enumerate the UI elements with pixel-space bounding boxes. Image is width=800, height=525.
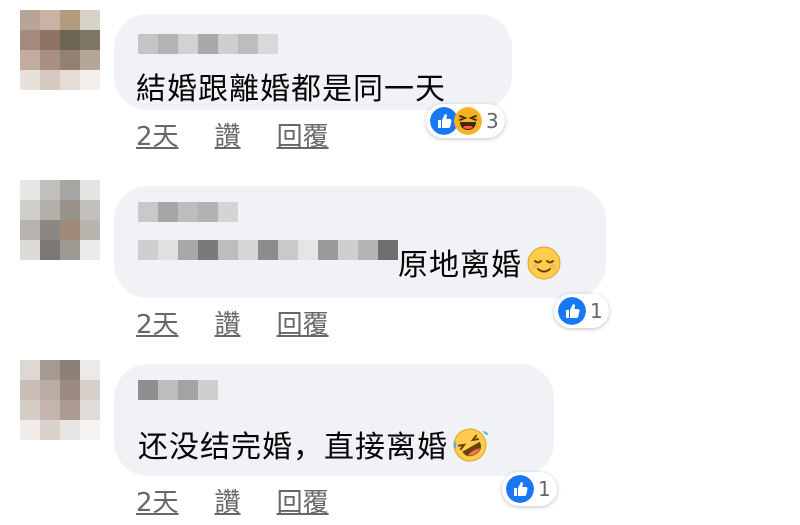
like-icon (506, 475, 534, 503)
comment-bubble: 还没结完婚，直接离婚 (114, 364, 554, 476)
reaction-count: 1 (538, 477, 551, 501)
like-button[interactable]: 讚 (215, 482, 241, 519)
rolling-on-floor-laughing-icon (453, 428, 488, 462)
reactions-summary[interactable]: 1 (502, 472, 557, 506)
reply-button[interactable]: 回覆 (277, 482, 329, 519)
comment-actions: 2天 讚 回覆 (136, 482, 329, 519)
comment-text: 还没结完婚，直接离婚 (138, 422, 488, 466)
timestamp-link[interactable]: 2天 (136, 482, 179, 519)
comment-3: 还没结完婚，直接离婚 1 2天 讚 回覆 (0, 0, 800, 525)
avatar[interactable] (20, 360, 100, 440)
author-name[interactable] (138, 380, 218, 400)
